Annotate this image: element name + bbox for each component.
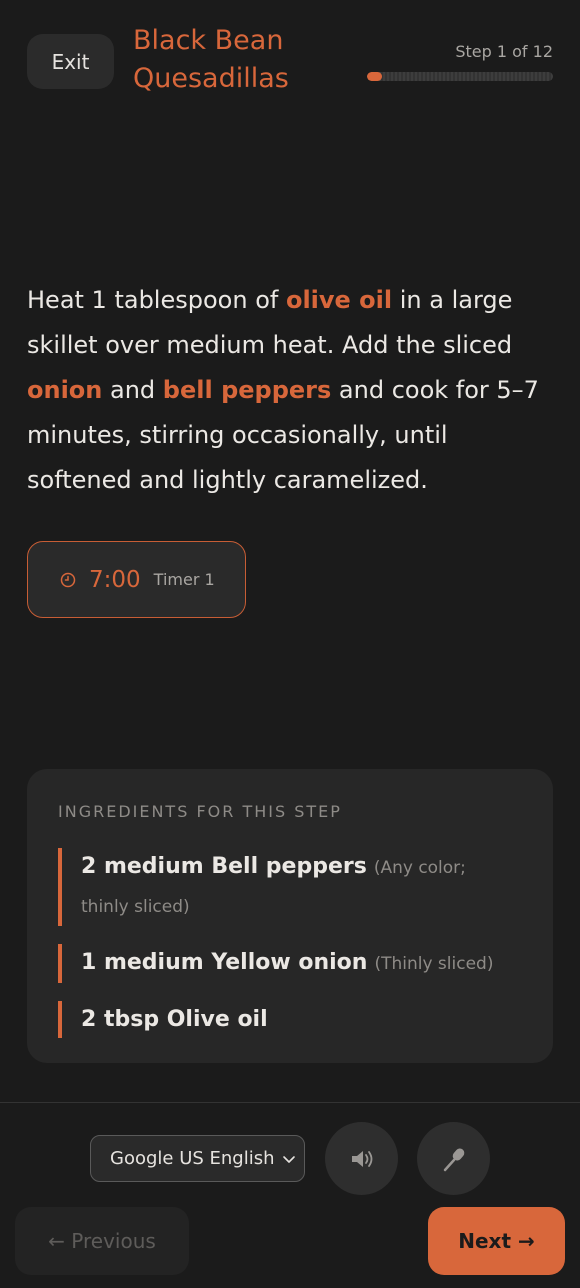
clock-icon bbox=[60, 572, 76, 587]
voice-command-button[interactable] bbox=[417, 1122, 490, 1195]
voice-select-value: Google US English bbox=[110, 1148, 275, 1169]
step-instruction: Heat 1 tablespoon of olive oil in a larg… bbox=[27, 278, 553, 503]
ingredient-item: 2 medium Bell peppers (Any color; thinly… bbox=[58, 848, 518, 926]
ingredient-highlight: bell peppers bbox=[162, 376, 332, 404]
divider bbox=[0, 1102, 580, 1103]
microphone-icon bbox=[443, 1147, 464, 1171]
ingredients-card: INGREDIENTS FOR THIS STEP 2 medium Bell … bbox=[27, 769, 553, 1063]
instruction-text: and bbox=[102, 376, 163, 404]
ingredient-note: (Thinly sliced) bbox=[374, 954, 494, 974]
timer-button[interactable]: 7:00 Timer 1 bbox=[27, 541, 246, 618]
recipe-title: Black Bean Quesadillas bbox=[133, 25, 289, 94]
timer-label: Timer 1 bbox=[153, 570, 215, 589]
instruction-text: Heat 1 tablespoon of bbox=[27, 286, 286, 314]
speaker-icon bbox=[351, 1150, 372, 1167]
progress-bar bbox=[367, 72, 553, 81]
ingredients-heading: INGREDIENTS FOR THIS STEP bbox=[58, 802, 342, 821]
chevron-down-icon bbox=[283, 1156, 295, 1163]
ingredient-highlight: olive oil bbox=[285, 286, 393, 314]
ingredient-highlight: onion bbox=[27, 376, 103, 404]
exit-button[interactable]: Exit bbox=[27, 34, 114, 89]
progress-fill bbox=[367, 72, 383, 81]
ingredient-item: 2 tbsp Olive oil bbox=[58, 1001, 518, 1038]
next-button[interactable]: Next → bbox=[428, 1207, 565, 1275]
step-counter: Step 1 of 12 bbox=[455, 42, 553, 61]
timer-time: 7:00 bbox=[89, 566, 141, 593]
voice-select[interactable]: Google US English bbox=[90, 1135, 305, 1182]
ingredients-list: 2 medium Bell peppers (Any color; thinly… bbox=[58, 848, 518, 1056]
previous-button[interactable]: ← Previous bbox=[15, 1207, 189, 1275]
ingredient-name: 1 medium Yellow onion bbox=[81, 950, 368, 975]
ingredient-name: 2 tbsp Olive oil bbox=[81, 1007, 268, 1032]
ingredient-name: 2 medium Bell peppers bbox=[81, 854, 367, 879]
read-aloud-button[interactable] bbox=[325, 1122, 398, 1195]
ingredient-item: 1 medium Yellow onion (Thinly sliced) bbox=[58, 944, 518, 983]
